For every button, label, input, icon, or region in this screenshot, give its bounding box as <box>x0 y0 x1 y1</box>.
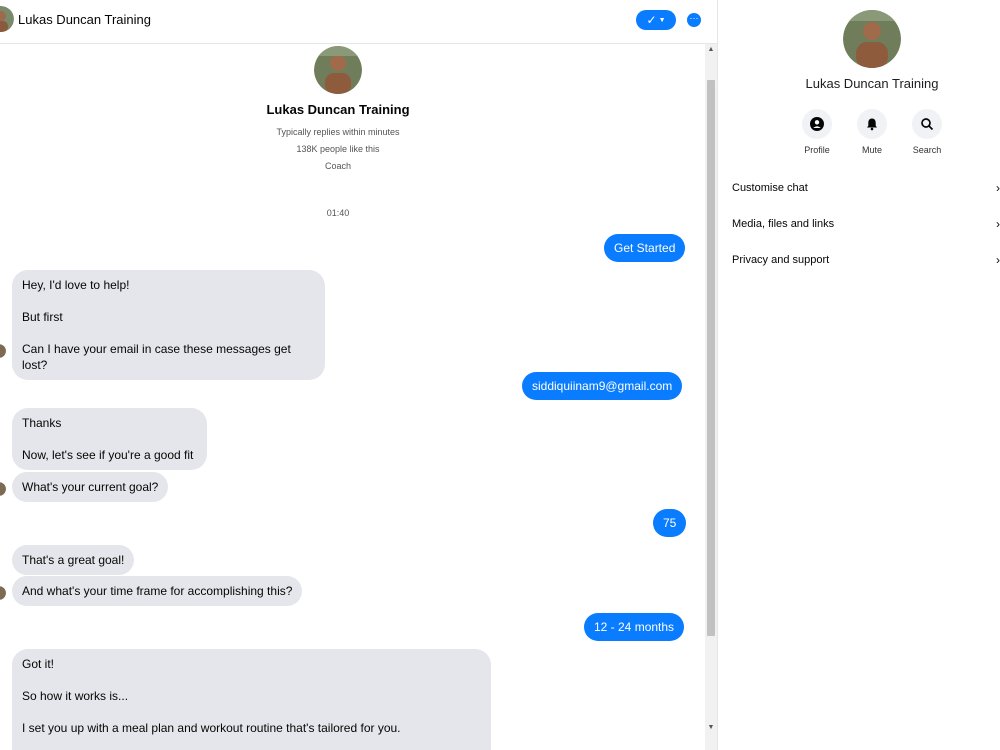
incoming-message[interactable]: What's your current goal? <box>12 472 169 502</box>
chat-profile-intro: Lukas Duncan Training Typically replies … <box>0 46 676 175</box>
sender-avatar[interactable] <box>0 586 6 600</box>
scroll-thumb[interactable] <box>707 80 715 636</box>
incoming-message[interactable]: That's a great goal! <box>12 545 135 575</box>
mute-label: Mute <box>861 145 882 155</box>
scroll-down-icon[interactable]: ▼ <box>707 724 715 731</box>
message-line: So how it works is... <box>22 689 129 703</box>
sender-avatar[interactable] <box>0 482 6 496</box>
search-icon <box>912 109 942 139</box>
check-dropdown-button[interactable]: ✓ ▼ <box>636 10 676 30</box>
privacy-support-item[interactable]: Privacy and support <box>732 254 829 266</box>
profile-icon <box>802 109 832 139</box>
incoming-message[interactable]: Hey, I'd love to help! But first Can I h… <box>12 270 325 380</box>
scroll-up-icon[interactable]: ▲ <box>707 46 715 53</box>
chat-scrollbar[interactable]: ▲ ▼ <box>705 44 717 750</box>
incoming-message[interactable]: And what's your time frame for accomplis… <box>12 576 303 606</box>
likes-count-text: 138K people like this <box>296 144 380 154</box>
chevron-down-icon: ▼ <box>658 16 666 24</box>
conversation-header: Lukas Duncan Training ✓ ▼ ··· <box>0 0 718 44</box>
chevron-right-icon: › <box>996 181 1000 195</box>
message-line: Now, let's see if you're a good fit <box>22 448 194 462</box>
message-timestamp: 01:40 <box>326 208 350 218</box>
outgoing-message[interactable]: 75 <box>653 509 687 537</box>
header-avatar[interactable] <box>0 6 14 32</box>
chevron-right-icon: › <box>996 253 1000 267</box>
media-files-links-item[interactable]: Media, files and links <box>732 218 834 230</box>
outgoing-message[interactable]: Get Started <box>604 234 686 262</box>
message-line: Thanks <box>22 416 62 430</box>
profile-label: Profile <box>804 145 830 155</box>
search-button[interactable]: Search <box>899 109 955 155</box>
outgoing-message[interactable]: 12 - 24 months <box>584 613 685 641</box>
conversation-title[interactable]: Lukas Duncan Training <box>18 12 151 27</box>
intro-name: Lukas Duncan Training <box>266 102 410 117</box>
message-line: Hey, I'd love to help! <box>22 278 130 292</box>
reply-time-text: Typically replies within minutes <box>276 127 400 137</box>
panel-avatar[interactable] <box>843 10 901 68</box>
search-label: Search <box>912 145 942 155</box>
category-text: Coach <box>324 161 351 171</box>
conversation-info-panel: Lukas Duncan Training Profile Mute Searc… <box>718 0 1000 750</box>
message-line: Got it! <box>22 657 55 671</box>
bell-icon <box>857 109 887 139</box>
more-icon[interactable]: ··· <box>687 13 701 27</box>
chevron-right-icon: › <box>996 217 1000 231</box>
message-line: I set you up with a meal plan and workou… <box>22 721 401 735</box>
check-icon: ✓ <box>646 13 657 27</box>
message-list: Lukas Duncan Training Typically replies … <box>0 44 705 750</box>
outgoing-message[interactable]: siddiquiinam9@gmail.com <box>522 372 683 400</box>
intro-avatar[interactable] <box>314 46 362 94</box>
sender-avatar[interactable] <box>0 344 6 358</box>
profile-button[interactable]: Profile <box>789 109 845 155</box>
message-line: Can I have your email in case these mess… <box>22 342 291 372</box>
panel-name: Lukas Duncan Training <box>805 76 939 91</box>
incoming-message[interactable]: Got it! So how it works is... I set you … <box>12 649 491 750</box>
message-line: But first <box>22 310 63 324</box>
mute-button[interactable]: Mute <box>844 109 900 155</box>
incoming-message[interactable]: Thanks Now, let's see if you're a good f… <box>12 408 207 470</box>
customise-chat-item[interactable]: Customise chat <box>732 182 808 194</box>
